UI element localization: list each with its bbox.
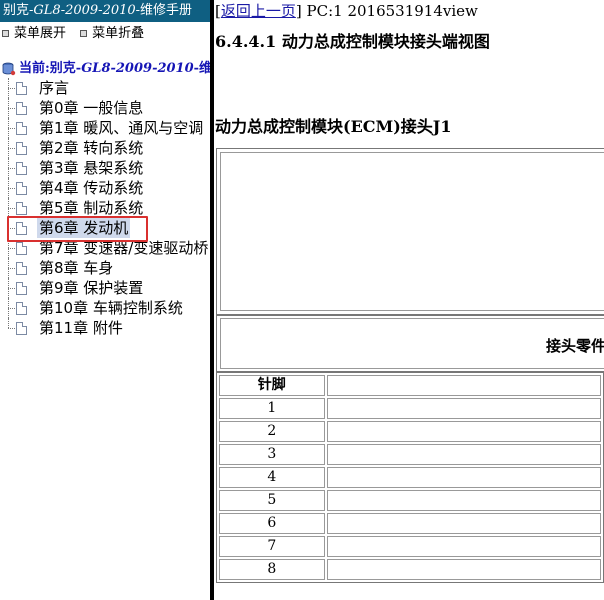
tree-item[interactable]: 第0章 一般信息 bbox=[0, 98, 210, 118]
manual-title-prefix: 别克- bbox=[3, 3, 34, 18]
tree-item-label: 第8章 车身 bbox=[39, 259, 114, 277]
table-row: 1 bbox=[219, 398, 601, 419]
pin-description-cell bbox=[326, 536, 601, 557]
menu-controls: 菜单展开 菜单折叠 bbox=[0, 25, 210, 43]
doc-nav-line: [返回上一页] PC:1 2016531914view bbox=[215, 2, 478, 20]
connector-parts-cell: 接头零件 bbox=[220, 318, 604, 369]
selection-highlight-box bbox=[7, 216, 148, 242]
document-icon bbox=[16, 262, 27, 275]
document-icon bbox=[16, 142, 27, 155]
manual-title-suffix: -维修手册 bbox=[135, 3, 193, 18]
pin-table: 针脚 12345678 bbox=[216, 372, 604, 583]
tree-item-label: 序言 bbox=[39, 79, 70, 97]
connector-diagram-frame bbox=[216, 148, 604, 315]
connector-diagram-area bbox=[220, 152, 604, 311]
expand-menu-button[interactable]: 菜单展开 bbox=[0, 25, 66, 43]
pin-description-cell bbox=[326, 421, 601, 442]
manual-title-model: GL8-2009-2010 bbox=[33, 3, 136, 18]
table-row: 4 bbox=[219, 467, 601, 488]
pin-table-body: 12345678 bbox=[219, 398, 601, 580]
tree-item[interactable]: 第11章 附件 bbox=[0, 318, 210, 338]
table-row: 3 bbox=[219, 444, 601, 465]
table-row: 2 bbox=[219, 421, 601, 442]
tree-item-label: 第5章 制动系统 bbox=[39, 199, 144, 217]
tree-item[interactable]: 第4章 传动系统 bbox=[0, 178, 210, 198]
pin-description-cell bbox=[326, 490, 601, 511]
document-icon bbox=[16, 122, 27, 135]
table-row: 5 bbox=[219, 490, 601, 511]
back-link[interactable]: 返回上一页 bbox=[221, 2, 296, 20]
pin-description-cell bbox=[326, 444, 601, 465]
content-panel: [返回上一页] PC:1 2016531914view 6.4.4.1 动力总成… bbox=[214, 0, 604, 600]
pin-description-cell bbox=[326, 559, 601, 580]
section-title: 6.4.4.1 动力总成控制模块接头端视图 bbox=[215, 32, 490, 51]
tree-item[interactable]: 第1章 暖风、通风与空调 bbox=[0, 118, 210, 138]
pin-column-header: 针脚 bbox=[219, 375, 325, 396]
tree-item-label: 第10章 车辆控制系统 bbox=[39, 299, 183, 317]
collapse-menu-label: 菜单折叠 bbox=[92, 26, 145, 41]
pin-description-cell bbox=[326, 398, 601, 419]
document-icon bbox=[16, 282, 27, 295]
expand-square-icon bbox=[2, 29, 9, 37]
pin-description-cell bbox=[326, 467, 601, 488]
pin-description-cell bbox=[326, 513, 601, 534]
pin-number-cell: 4 bbox=[219, 467, 325, 488]
table-row: 8 bbox=[219, 559, 601, 580]
pin-table-header-row: 针脚 bbox=[219, 375, 601, 396]
tree-root-prefix: 当前:别克- bbox=[19, 61, 82, 76]
tree-item-label: 第2章 转向系统 bbox=[39, 139, 144, 157]
document-icon bbox=[16, 82, 27, 95]
collapse-square-icon bbox=[80, 29, 88, 37]
pin-number-cell: 8 bbox=[219, 559, 325, 580]
tree-item-label: 第1章 暖风、通风与空调 bbox=[39, 119, 204, 137]
tree-root[interactable]: 当前:别克-GL8-2009-2010-维修手 bbox=[0, 60, 210, 78]
collapse-menu-button[interactable]: 菜单折叠 bbox=[78, 25, 144, 43]
pin-number-cell: 2 bbox=[219, 421, 325, 442]
navigation-panel: 别克-GL8-2009-2010-维修手册 菜单展开 菜单折叠 当前:别克-GL… bbox=[0, 0, 210, 600]
tree-item-label: 第3章 悬架系统 bbox=[39, 159, 144, 177]
connector-parts-frame: 接头零件 bbox=[216, 315, 604, 372]
tree-item-label: 第4章 传动系统 bbox=[39, 179, 144, 197]
tree-item-label: 第0章 一般信息 bbox=[39, 99, 144, 117]
tree-root-label: 当前:别克-GL8-2009-2010-维修手 bbox=[19, 61, 210, 76]
table-row: 7 bbox=[219, 536, 601, 557]
table-row: 6 bbox=[219, 513, 601, 534]
tree-item-label: 第11章 附件 bbox=[39, 319, 123, 337]
expand-menu-label: 菜单展开 bbox=[14, 26, 67, 41]
tree-item[interactable]: 第5章 制动系统 bbox=[0, 198, 210, 218]
document-icon bbox=[16, 182, 27, 195]
tree-item-label: 第9章 保护装置 bbox=[39, 279, 144, 297]
chapter-tree: 序言第0章 一般信息第1章 暖风、通风与空调 第2章 转向系统 第3章 悬架系统 第4… bbox=[0, 78, 210, 338]
document-icon bbox=[16, 302, 27, 315]
document-icon bbox=[16, 102, 27, 115]
doc-info: PC:1 2016531914view bbox=[301, 2, 478, 20]
pin-number-cell: 1 bbox=[219, 398, 325, 419]
pin-number-cell: 5 bbox=[219, 490, 325, 511]
pin-number-cell: 6 bbox=[219, 513, 325, 534]
connector-parts-label: 接头零件 bbox=[546, 337, 604, 355]
document-icon bbox=[16, 162, 27, 175]
manual-title-bar: 别克-GL8-2009-2010-维修手册 bbox=[0, 0, 210, 22]
document-icon bbox=[16, 242, 27, 255]
tree-item[interactable]: 第10章 车辆控制系统 bbox=[0, 298, 210, 318]
document-icon bbox=[16, 322, 27, 335]
tree-item[interactable]: 第2章 转向系统 bbox=[0, 138, 210, 158]
tree-item[interactable]: 第9章 保护装置 bbox=[0, 278, 210, 298]
database-icon bbox=[2, 62, 16, 76]
connector-title: 动力总成控制模块(ECM)接头J1 bbox=[215, 117, 452, 136]
pin-number-cell: 7 bbox=[219, 536, 325, 557]
pin-table-header-blank bbox=[326, 375, 601, 396]
tree-root-suffix: -维修手 bbox=[193, 61, 210, 76]
tree-root-model: GL8-2009-2010 bbox=[81, 61, 194, 76]
pin-number-cell: 3 bbox=[219, 444, 325, 465]
tree-item[interactable]: 第8章 车身 bbox=[0, 258, 210, 278]
tree-item[interactable]: 序言 bbox=[0, 78, 210, 98]
document-icon bbox=[16, 202, 27, 215]
tree-item[interactable]: 第3章 悬架系统 bbox=[0, 158, 210, 178]
